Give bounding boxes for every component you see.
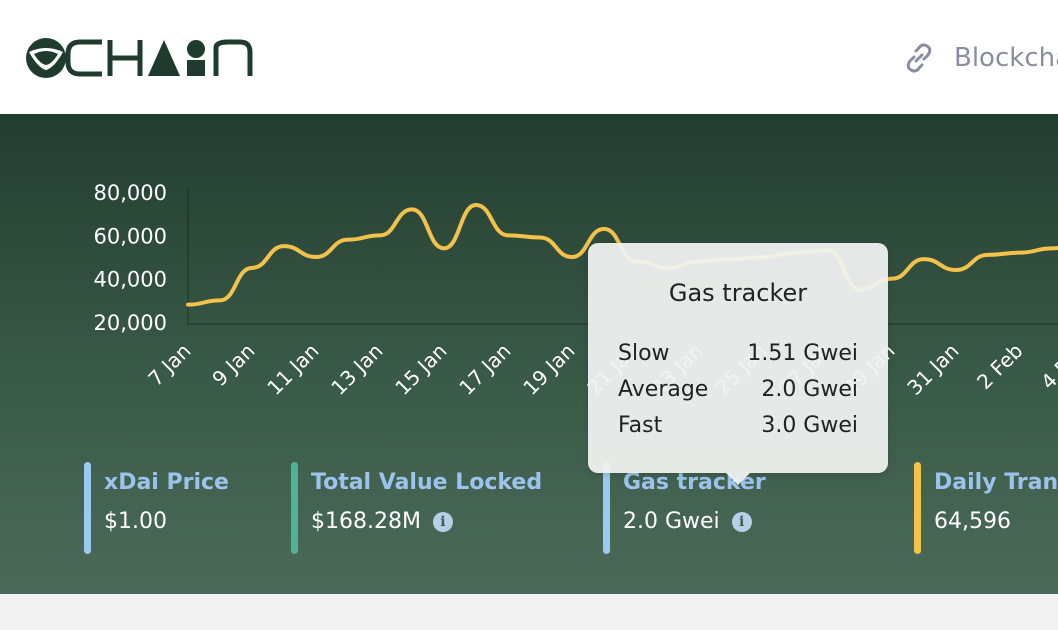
stat-accent-bar (291, 462, 298, 554)
x-tick-label: 7 Jan (143, 339, 195, 391)
x-tick-label: 4 Feb (1036, 339, 1058, 395)
stat-accent-bar (84, 462, 91, 554)
x-tick-label: 11 Jan (262, 339, 323, 400)
gas-tracker-tooltip: Gas tracker Slow 1.51 Gwei Average 2.0 G… (588, 243, 888, 485)
header: Blockcha (0, 0, 1058, 114)
logo[interactable] (24, 34, 254, 82)
x-tick-label: 15 Jan (390, 339, 451, 400)
stat-total-value-locked: Total Value Locked $168.28M i (291, 462, 542, 554)
nav-blockchain-label: Blockcha (954, 43, 1058, 73)
x-tick-label: 17 Jan (454, 339, 515, 400)
tooltip-title: Gas tracker (668, 279, 808, 307)
page: Blockcha 80,000 60,000 40,000 20,000 7 Jan9 … (0, 0, 1058, 630)
x-tick-label: 2 Feb (972, 339, 1028, 395)
stat-label: Daily Trans (934, 470, 1058, 495)
stat-xdai-price: xDai Price $1.00 (84, 462, 229, 554)
y-tick-label: 80,000 (94, 181, 167, 205)
tooltip-row-label: Slow (618, 341, 670, 366)
tooltip-row-value: 1.51 Gwei (747, 341, 858, 366)
stat-value: 2.0 Gwei (623, 509, 720, 534)
link-icon (906, 43, 932, 73)
tooltip-row-slow: Slow 1.51 Gwei (618, 341, 858, 366)
stat-value: $168.28M (311, 509, 421, 534)
stat-accent-bar (603, 462, 610, 554)
tooltip-row-value: 2.0 Gwei (761, 377, 858, 402)
x-tick-label: 13 Jan (326, 339, 387, 400)
stat-label: xDai Price (104, 470, 229, 495)
stat-value: 64,596 (934, 509, 1011, 534)
tooltip-row-label: Fast (618, 413, 663, 438)
nav-blockchain-link[interactable]: Blockcha (902, 38, 1058, 78)
x-tick-label: 31 Jan (902, 339, 963, 400)
y-tick-label: 20,000 (94, 311, 167, 335)
tooltip-row-average: Average 2.0 Gwei (618, 377, 858, 402)
stat-label: Total Value Locked (311, 470, 543, 495)
x-tick-label: 9 Jan (207, 339, 259, 391)
stat-accent-bar (914, 462, 921, 554)
tooltip-row-value: 3.0 Gwei (761, 413, 858, 438)
chain-logo-icon (26, 38, 253, 78)
hero-section: 80,000 60,000 40,000 20,000 7 Jan 9 Jan 11 Jan… (0, 114, 1058, 594)
info-icon[interactable]: i (731, 511, 752, 532)
stat-value: $1.00 (104, 509, 167, 534)
stat-daily-transactions: Daily Trans 64,596 (914, 462, 1058, 554)
y-tick-label: 40,000 (94, 268, 167, 292)
daily-transactions-chart: 80,000 60,000 40,000 20,000 7 Jan 9 Jan 11 Jan… (94, 181, 1058, 400)
tooltip-row-fast: Fast 3.0 Gwei (618, 413, 858, 438)
y-tick-label: 60,000 (94, 224, 167, 248)
x-tick-label: 19 Jan (518, 339, 579, 400)
page-background (0, 594, 1058, 630)
info-icon[interactable]: i (432, 511, 453, 532)
tooltip-row-label: Average (618, 377, 709, 402)
